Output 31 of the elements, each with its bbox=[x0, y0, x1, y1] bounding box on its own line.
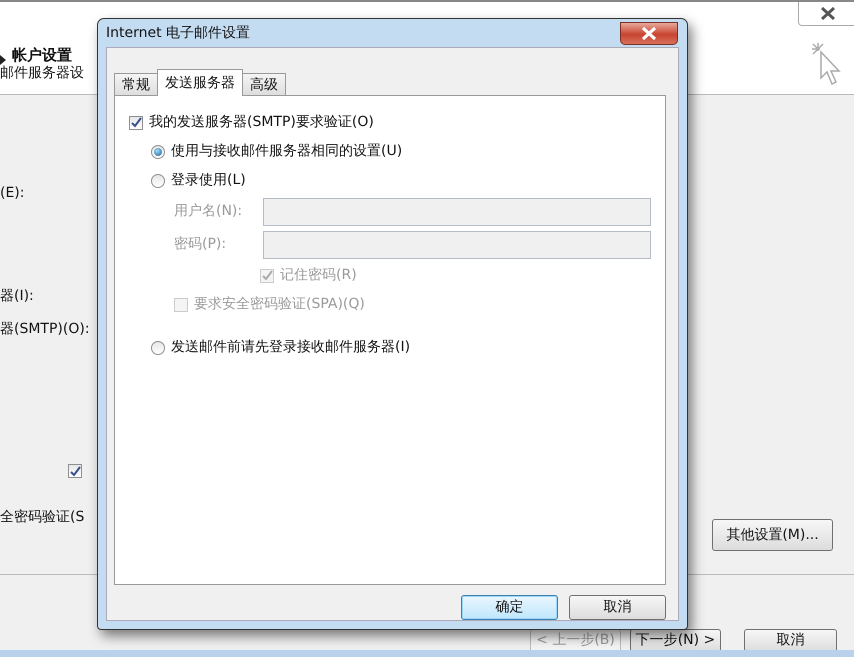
option-label: 记住密码(R) bbox=[280, 266, 357, 285]
option-label: 登录使用(L) bbox=[171, 171, 246, 190]
option-label: 全密码验证(S bbox=[0, 508, 84, 527]
checkbox[interactable] bbox=[129, 116, 143, 130]
checkbox[interactable] bbox=[68, 464, 82, 478]
wizard-button[interactable]: 取消 bbox=[744, 629, 837, 652]
section-heading: 帐户设置 bbox=[12, 45, 72, 66]
field-label: 器(I): bbox=[0, 287, 34, 306]
option-label: 发送邮件前请先登录接收邮件服务器(I) bbox=[171, 338, 410, 357]
tab[interactable]: 高级 bbox=[242, 73, 286, 96]
tab[interactable]: 发送服务器 bbox=[157, 69, 243, 96]
radio-button[interactable] bbox=[151, 174, 165, 188]
radio-button[interactable] bbox=[151, 144, 165, 158]
tab[interactable]: 常规 bbox=[114, 73, 158, 96]
close-icon bbox=[820, 7, 836, 20]
close-button[interactable] bbox=[798, 2, 854, 26]
option-label: 使用与接收邮件服务器相同的设置(U) bbox=[171, 142, 402, 161]
dialog-button[interactable]: 确定 bbox=[461, 595, 558, 620]
more-settings-button[interactable]: 其他设置(M)... bbox=[712, 519, 833, 551]
close-button[interactable] bbox=[620, 22, 678, 45]
field-label: 密码(P): bbox=[174, 235, 228, 254]
window-title: Internet 电子邮件设置 bbox=[106, 24, 250, 42]
option-label: 要求安全密码验证(SPA)(Q) bbox=[194, 295, 365, 314]
option-label: 我的发送服务器(SMTP)要求验证(O) bbox=[149, 113, 374, 132]
field-label: 用户名(N): bbox=[174, 202, 244, 221]
field-label: (E): bbox=[0, 184, 24, 203]
subheading: 邮件服务器设 bbox=[0, 64, 84, 83]
dialog-button[interactable]: 取消 bbox=[569, 595, 666, 620]
field-label: 器(SMTP)(O): bbox=[0, 320, 90, 339]
radio-button[interactable] bbox=[151, 340, 165, 354]
close-icon bbox=[640, 27, 658, 40]
